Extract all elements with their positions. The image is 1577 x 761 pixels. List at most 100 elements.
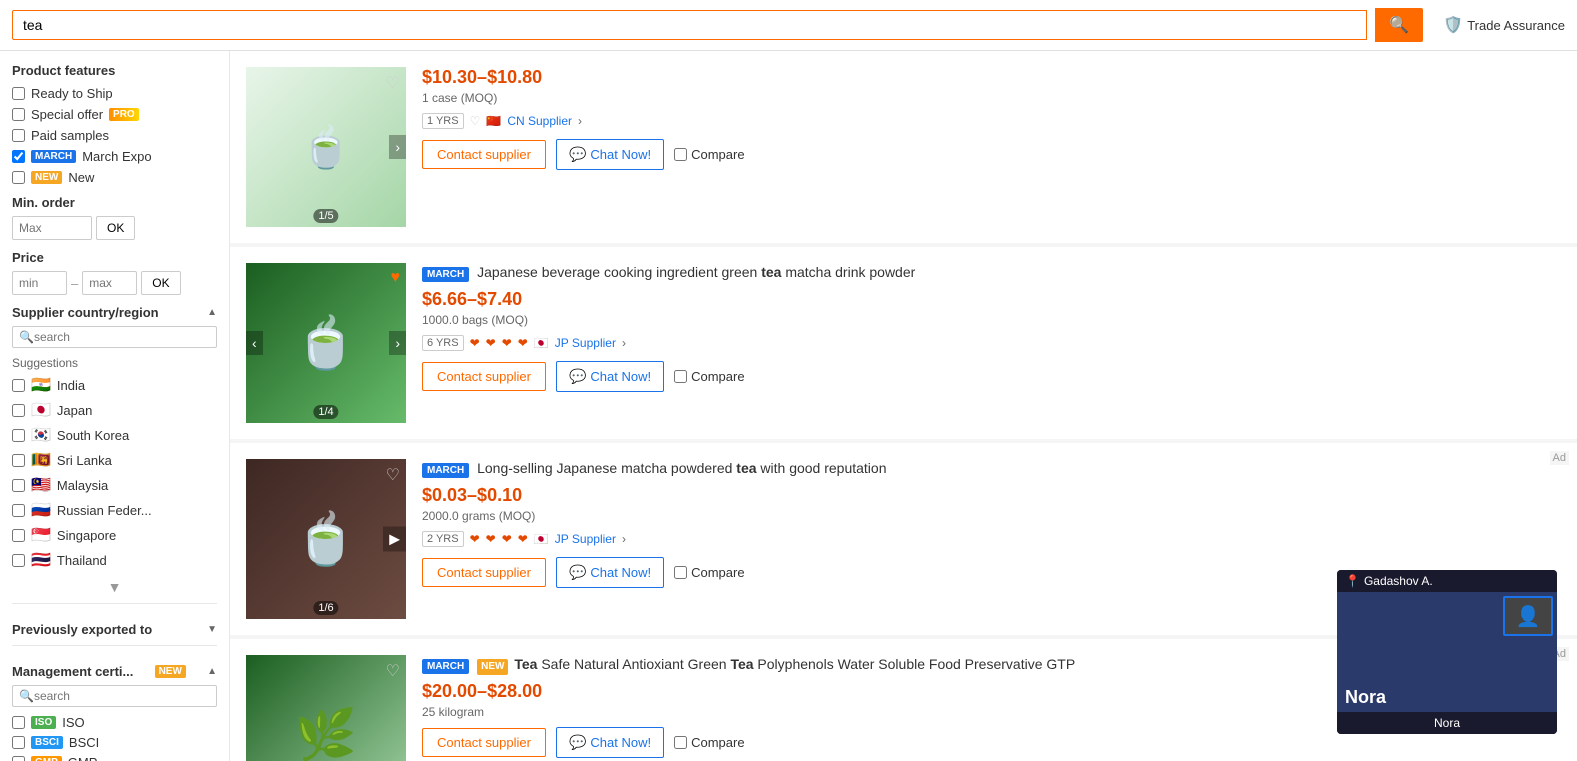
filter-march-expo-label: March Expo <box>82 149 151 164</box>
compare-wrap-0[interactable]: Compare <box>674 147 744 162</box>
country-search-input[interactable] <box>34 330 210 344</box>
ad-label-2: Ad <box>1550 451 1569 465</box>
country-item-thailand[interactable]: 🇹🇭 Thailand <box>12 550 217 570</box>
product-features-title: Product features <box>12 63 217 78</box>
supplier-years-1: 6 YRS <box>422 335 464 351</box>
country-checkbox-malaysia[interactable] <box>12 479 25 492</box>
country-item-sri-lanka[interactable]: 🇱🇰 Sri Lanka <box>12 450 217 470</box>
supplier-arrow-2: › <box>622 532 626 546</box>
management-cert-section[interactable]: Management certi... NEW <box>12 664 217 679</box>
product-img-nav-right-1[interactable]: › <box>389 331 406 355</box>
trade-assurance-label: Trade Assurance <box>1467 18 1565 33</box>
product-heart-0[interactable]: ♡ <box>386 73 400 93</box>
product-title-highlight-3a: Tea <box>514 656 537 672</box>
product-heart-1[interactable]: ♥ <box>391 269 401 287</box>
filter-ready-to-ship[interactable]: Ready to Ship <box>12 86 217 101</box>
trade-assurance: 🛡️ Trade Assurance <box>1443 15 1565 35</box>
country-item-japan[interactable]: 🇯🇵 Japan <box>12 400 217 420</box>
country-checkbox-thailand[interactable] <box>12 554 25 567</box>
cert-name-bsci: BSCI <box>69 735 99 750</box>
chat-now-button-0[interactable]: 💬 Chat Now! <box>556 139 664 170</box>
price-row: – OK <box>12 271 217 295</box>
country-item-south-korea[interactable]: 🇰🇷 South Korea <box>12 425 217 445</box>
previously-exported-section[interactable]: Previously exported to <box>12 622 217 637</box>
filter-paid-samples[interactable]: Paid samples <box>12 128 217 143</box>
supplier-heart-2c: ❤ <box>502 532 512 546</box>
product-heart-3[interactable]: ♡ <box>386 661 400 681</box>
contact-supplier-button-3[interactable]: Contact supplier <box>422 728 546 757</box>
cert-badge-gmp: GMP <box>31 756 62 761</box>
country-search-box[interactable]: 🔍 <box>12 326 217 348</box>
chat-now-button-3[interactable]: 💬 Chat Now! <box>556 727 664 758</box>
filter-march-expo-checkbox[interactable] <box>12 150 25 163</box>
min-order-input[interactable] <box>12 216 92 240</box>
product-info-1: MARCH Japanese beverage cooking ingredie… <box>422 263 1561 423</box>
product-img-nav-right-0[interactable]: › <box>389 135 406 159</box>
cert-search-input[interactable] <box>34 689 210 703</box>
flag-india: 🇮🇳 <box>31 375 51 395</box>
search-input[interactable] <box>12 10 1367 40</box>
supplier-link-0[interactable]: CN Supplier <box>507 114 572 128</box>
filter-new[interactable]: NEW New <box>12 170 217 185</box>
compare-checkbox-3[interactable] <box>674 736 687 749</box>
product-img-nav-left-1[interactable]: ‹ <box>246 331 263 355</box>
chat-now-button-1[interactable]: 💬 Chat Now! <box>556 361 664 392</box>
filter-ready-to-ship-checkbox[interactable] <box>12 87 25 100</box>
supplier-link-1[interactable]: JP Supplier <box>555 336 616 350</box>
chat-icon-1: 💬 <box>569 368 586 385</box>
filter-march-expo[interactable]: MARCH March Expo <box>12 149 217 164</box>
supplier-arrow-0: › <box>578 114 582 128</box>
cert-checkbox-gmp[interactable] <box>12 756 25 761</box>
compare-checkbox-1[interactable] <box>674 370 687 383</box>
filter-special-offer-checkbox[interactable] <box>12 108 25 121</box>
min-order-ok-button[interactable]: OK <box>96 216 135 240</box>
product-img-counter-1: 1/4 <box>313 405 338 419</box>
price-min-input[interactable] <box>12 271 67 295</box>
filter-new-checkbox[interactable] <box>12 171 25 184</box>
suggestions-label: Suggestions <box>12 356 217 370</box>
cert-item-gmp[interactable]: GMP GMP <box>12 755 217 761</box>
cert-item-iso[interactable]: ISO ISO <box>12 715 217 730</box>
country-checkbox-sri-lanka[interactable] <box>12 454 25 467</box>
supplier-country-section[interactable]: Supplier country/region <box>12 305 217 320</box>
pro-badge: PRO <box>109 108 139 121</box>
country-item-russia[interactable]: 🇷🇺 Russian Feder... <box>12 500 217 520</box>
cert-checkbox-iso[interactable] <box>12 716 25 729</box>
chat-icon-3: 💬 <box>569 734 586 751</box>
country-checkbox-india[interactable] <box>12 379 25 392</box>
country-item-malaysia[interactable]: 🇲🇾 Malaysia <box>12 475 217 495</box>
compare-wrap-1[interactable]: Compare <box>674 369 744 384</box>
contact-supplier-button-1[interactable]: Contact supplier <box>422 362 546 391</box>
filter-special-offer[interactable]: Special offer PRO <box>12 107 217 122</box>
country-item-singapore[interactable]: 🇸🇬 Singapore <box>12 525 217 545</box>
product-img-nav-right-2[interactable]: ▶ <box>383 527 406 552</box>
price-max-input[interactable] <box>82 271 137 295</box>
country-checkbox-south-korea[interactable] <box>12 429 25 442</box>
compare-checkbox-0[interactable] <box>674 148 687 161</box>
chat-icon-0: 💬 <box>569 146 586 163</box>
country-list: 🇮🇳 India 🇯🇵 Japan 🇰🇷 South Korea 🇱🇰 Sri … <box>12 375 217 575</box>
country-item-india[interactable]: 🇮🇳 India <box>12 375 217 395</box>
product-title-text-3b: Polyphenols Water Soluble Food Preservat… <box>754 656 1076 672</box>
supplier-link-2[interactable]: JP Supplier <box>555 532 616 546</box>
country-checkbox-japan[interactable] <box>12 404 25 417</box>
product-title-text-1b: matcha drink powder <box>781 264 915 280</box>
country-checkbox-russia[interactable] <box>12 504 25 517</box>
product-heart-2[interactable]: ♡ <box>386 465 400 485</box>
product-actions-0: Contact supplier 💬 Chat Now! Compare <box>422 139 1561 170</box>
cert-search-box[interactable]: 🔍 <box>12 685 217 707</box>
cert-item-bsci[interactable]: BSCI BSCI <box>12 735 217 750</box>
price-ok-button[interactable]: OK <box>141 271 180 295</box>
chat-now-button-2[interactable]: 💬 Chat Now! <box>556 557 664 588</box>
compare-wrap-2[interactable]: Compare <box>674 565 744 580</box>
compare-wrap-3[interactable]: Compare <box>674 735 744 750</box>
cert-name-gmp: GMP <box>68 755 98 761</box>
country-checkbox-singapore[interactable] <box>12 529 25 542</box>
search-button[interactable]: 🔍 <box>1375 8 1423 42</box>
contact-supplier-button-2[interactable]: Contact supplier <box>422 558 546 587</box>
cert-checkbox-bsci[interactable] <box>12 736 25 749</box>
compare-checkbox-2[interactable] <box>674 566 687 579</box>
supplier-heart-1a: ❤ <box>470 336 480 350</box>
filter-paid-samples-checkbox[interactable] <box>12 129 25 142</box>
contact-supplier-button-0[interactable]: Contact supplier <box>422 140 546 169</box>
